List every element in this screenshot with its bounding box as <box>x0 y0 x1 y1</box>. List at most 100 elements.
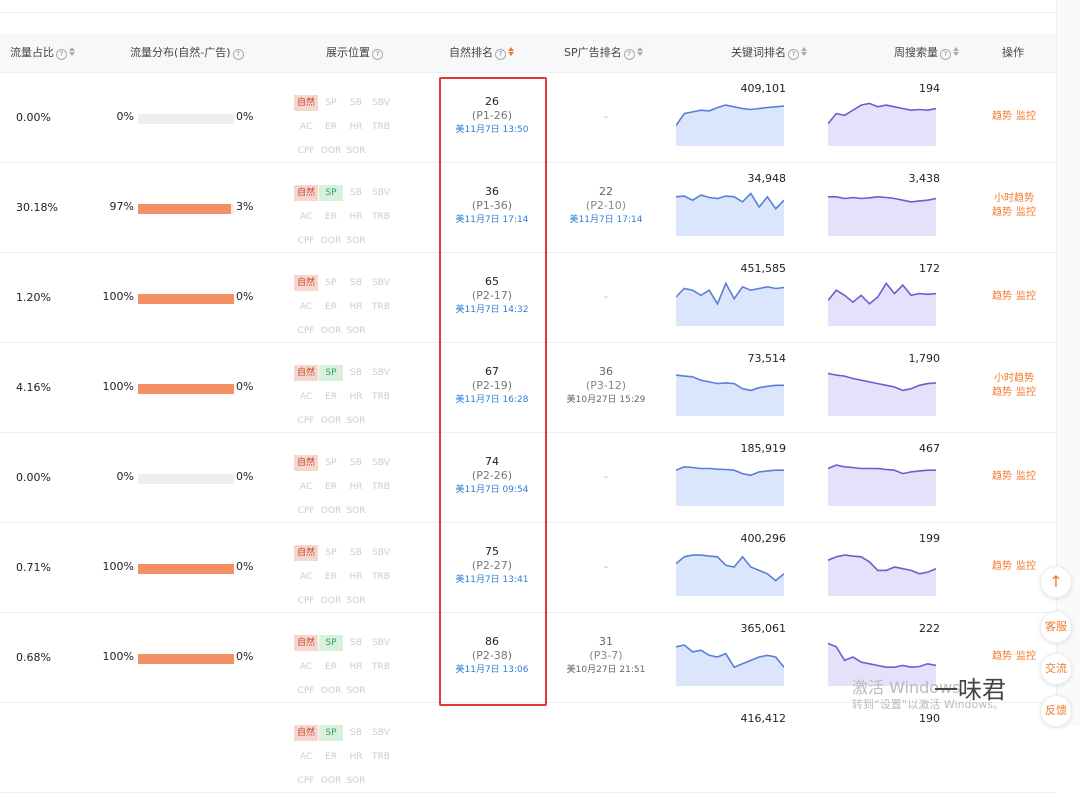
sort-icon-active[interactable] <box>508 46 515 57</box>
natural-rank-time[interactable]: 美11月7日 16:28 <box>440 393 544 408</box>
table-row: 4.16% 100% 0% 自然 SP SB SBV AC ER HR TRB CPF OOR SOR 67… <box>0 342 1056 433</box>
traffic-ad-pct: 0% <box>236 560 254 573</box>
position-tag: CPF <box>297 416 315 426</box>
sort-icon[interactable] <box>953 46 960 57</box>
monitor-link[interactable]: 监控 <box>1016 471 1036 482</box>
position-tag: ER <box>325 212 337 222</box>
position-tag: SB <box>350 638 362 648</box>
sp-rank: 22 <box>599 185 613 198</box>
position-tag: OOR <box>320 596 342 606</box>
traffic-dist-fill <box>138 654 234 664</box>
position-tag: SOR <box>346 506 366 516</box>
row-actions: 趋势 监控 <box>984 470 1044 484</box>
traffic-natural-pct: 100% <box>102 380 134 393</box>
keyword-rank-sparkline[interactable] <box>675 96 785 146</box>
help-icon[interactable]: ? <box>495 49 506 60</box>
feedback-button[interactable]: 反馈 <box>1040 695 1072 727</box>
natural-rank-page: (P2-26) <box>471 469 513 482</box>
keyword-rank-sparkline[interactable] <box>675 456 784 506</box>
monitor-link[interactable]: 监控 <box>1016 387 1036 398</box>
position-tag: SBV <box>372 98 390 108</box>
trend-link[interactable]: 趋势 <box>992 561 1012 572</box>
header-keyword-rank[interactable]: 关键词排名? <box>731 34 808 72</box>
natural-rank-time[interactable]: 美11月7日 13:06 <box>440 663 544 678</box>
keyword-rank-sparkline[interactable] <box>675 546 785 596</box>
weekly-search-sparkline[interactable] <box>827 456 936 506</box>
header-weekly-search[interactable]: 周搜索量? <box>894 34 960 72</box>
trend-link[interactable]: 趋势 <box>992 471 1012 482</box>
help-icon[interactable]: ? <box>56 49 67 60</box>
position-tag: SOR <box>346 686 366 696</box>
natural-rank-page: (P2-17) <box>471 289 513 302</box>
display-position-tags: 自然 SP SB SBV AC ER HR TRB CPF OOR SOR <box>294 720 414 792</box>
customer-service-button[interactable]: 客服 <box>1040 611 1072 643</box>
help-icon[interactable]: ? <box>788 49 799 60</box>
natural-rank: 75 <box>485 545 499 558</box>
sp-rank-time[interactable]: 美10月27日 21:51 <box>552 663 660 678</box>
sp-rank-page: (P3-12) <box>585 379 627 392</box>
weekly-search-sparkline[interactable] <box>827 276 937 326</box>
natural-rank-page: (P2-19) <box>471 379 513 392</box>
hourly-trend-link[interactable]: 小时趋势 <box>994 373 1034 384</box>
hourly-trend-link[interactable]: 小时趋势 <box>994 193 1034 204</box>
weekly-search-sparkline[interactable] <box>827 366 937 416</box>
sp-rank-time[interactable]: 美10月27日 15:29 <box>552 393 660 408</box>
sp-rank: 36 <box>599 365 613 378</box>
table-row: 30.18% 97% 3% 自然 SP SB SBV AC ER HR TRB CPF OOR SOR 36… <box>0 162 1056 253</box>
position-tag: CPF <box>297 146 315 156</box>
natural-rank-time[interactable]: 美11月7日 13:50 <box>440 123 544 138</box>
traffic-dist-bar <box>138 114 234 124</box>
trend-link[interactable]: 趋势 <box>992 291 1012 302</box>
natural-rank-time[interactable]: 美11月7日 13:41 <box>440 573 544 588</box>
sort-icon[interactable] <box>801 46 808 57</box>
traffic-dist-bar <box>138 384 234 394</box>
weekly-search-value: 3,438 <box>908 172 941 185</box>
table-row: 1.20% 100% 0% 自然 SP SB SBV AC ER HR TRB CPF OOR SOR 65… <box>0 252 1056 343</box>
keyword-rank-sparkline[interactable] <box>675 186 785 236</box>
position-tag: TRB <box>372 212 390 222</box>
position-tag: CPF <box>297 596 315 606</box>
traffic-dist-bar <box>138 564 234 574</box>
keyword-rank-sparkline[interactable] <box>675 276 785 326</box>
sort-icon[interactable] <box>69 46 76 57</box>
monitor-link[interactable]: 监控 <box>1016 651 1036 662</box>
header-natural-rank[interactable]: 自然排名? <box>449 34 515 72</box>
keyword-rank-sparkline[interactable] <box>675 366 784 416</box>
display-position-tags: 自然 SP SB SBV AC ER HR TRB CPF OOR SOR <box>294 360 414 432</box>
natural-rank-time[interactable]: 美11月7日 09:54 <box>440 483 544 498</box>
weekly-search-sparkline[interactable] <box>828 186 937 236</box>
position-tag: SP <box>325 458 337 468</box>
help-icon[interactable]: ? <box>372 49 383 60</box>
weekly-search-sparkline[interactable] <box>827 546 937 596</box>
position-tag: SOR <box>346 776 366 786</box>
position-tag: SB <box>350 278 362 288</box>
monitor-link[interactable]: 监控 <box>1016 561 1036 572</box>
trend-link[interactable]: 趋势 <box>992 387 1012 398</box>
help-icon[interactable]: ? <box>623 49 635 60</box>
traffic-ad-pct: 3% <box>236 200 254 213</box>
traffic-natural-pct: 97% <box>109 200 134 213</box>
weekly-search-value: 190 <box>919 712 940 725</box>
help-icon[interactable]: ? <box>232 49 244 60</box>
header-sp-rank[interactable]: SP广告排名? <box>564 34 644 72</box>
help-icon[interactable]: ? <box>940 49 951 60</box>
header-actions: 操作 <box>1002 46 1024 59</box>
back-to-top-button[interactable]: ↑ <box>1040 566 1072 598</box>
header-traffic-share[interactable]: 流量占比? <box>10 34 76 72</box>
monitor-link[interactable]: 监控 <box>1016 207 1036 218</box>
trend-link[interactable]: 趋势 <box>992 207 1012 218</box>
keyword-rank-sparkline[interactable] <box>675 636 785 686</box>
display-position-tags: 自然 SP SB SBV AC ER HR TRB CPF OOR SOR <box>294 450 414 522</box>
monitor-link[interactable]: 监控 <box>1016 291 1036 302</box>
weekly-search-sparkline[interactable] <box>827 96 937 146</box>
natural-rank-time[interactable]: 美11月7日 14:32 <box>440 303 544 318</box>
monitor-link[interactable]: 监控 <box>1016 111 1036 122</box>
display-position-tags: 自然 SP SB SBV AC ER HR TRB CPF OOR SOR <box>294 270 414 342</box>
sp-rank-time[interactable]: 美11月7日 17:14 <box>552 213 660 228</box>
natural-rank-time[interactable]: 美11月7日 17:14 <box>440 213 544 228</box>
trend-link[interactable]: 趋势 <box>992 651 1012 662</box>
exchange-button[interactable]: 交流 <box>1040 653 1072 685</box>
trend-link[interactable]: 趋势 <box>992 111 1012 122</box>
sort-icon[interactable] <box>636 46 644 57</box>
position-tag: 自然 <box>294 365 318 381</box>
